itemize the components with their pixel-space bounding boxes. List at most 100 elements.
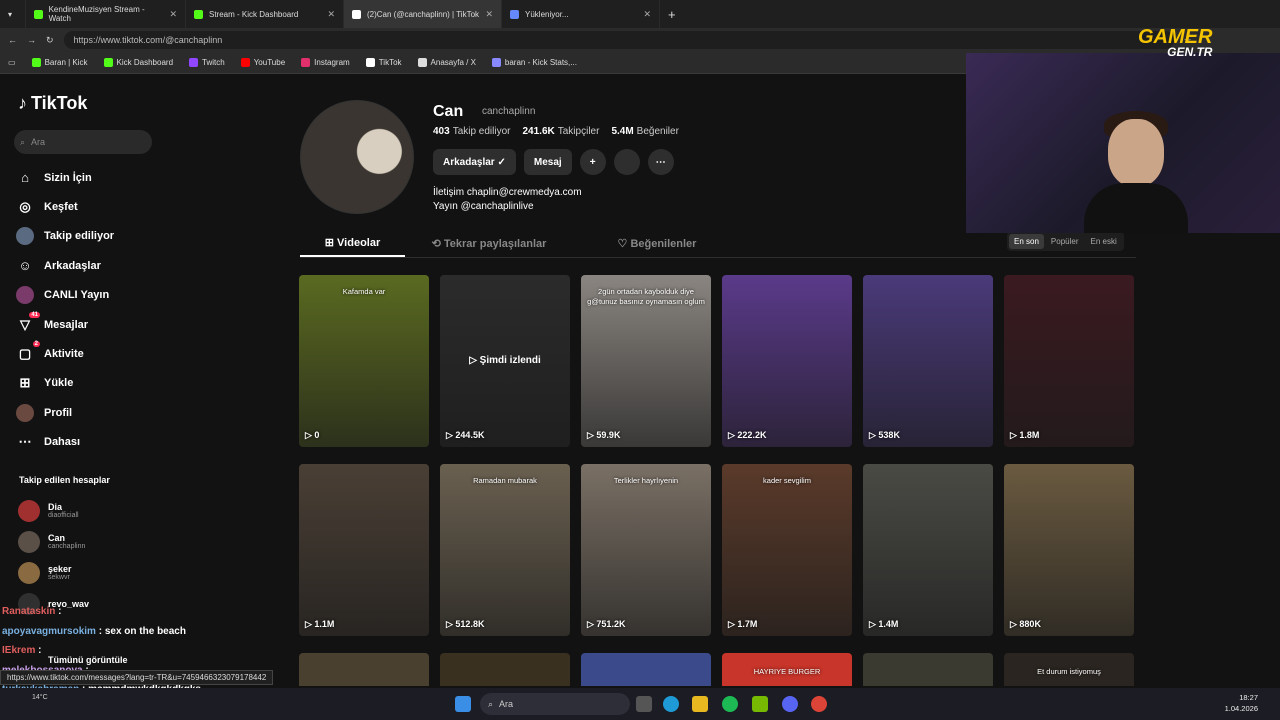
followers-stat[interactable]: 241.6K Takipçiler [523, 126, 600, 137]
new-tab-button[interactable]: + [660, 0, 684, 28]
video-card[interactable]: 2gün ortadan kaybolduk diye g@tunuz bası… [581, 275, 711, 447]
bookmark-item[interactable]: YouTube [240, 58, 285, 67]
nav-following[interactable]: Takip ediliyor [16, 222, 114, 251]
tab-liked[interactable]: ♡ Beğenilenler [573, 230, 741, 257]
bookmark-label: Instagram [314, 58, 350, 67]
view-count: ▷ 1.7M [728, 619, 758, 629]
share-icon[interactable] [613, 149, 640, 175]
reload-icon[interactable]: ↻ [46, 35, 54, 46]
following-label: Takip ediliyor [452, 126, 511, 137]
view-count-value: 538K [878, 430, 900, 440]
nav-explore[interactable]: ◎ Keşfet [16, 192, 114, 221]
bookmark-item[interactable]: TikTok [365, 58, 402, 67]
add-friend-icon[interactable]: + [579, 149, 606, 175]
video-card[interactable]: Et durum istiyomuş [1004, 653, 1134, 686]
video-card[interactable]: ▷ 880K [1004, 464, 1134, 636]
video-card[interactable] [440, 653, 570, 686]
account-name: şeker [48, 564, 72, 574]
tiktok-logo[interactable]: ♪ TikTok [18, 93, 87, 114]
sort-latest[interactable]: En son [1009, 234, 1044, 249]
browser-tab-kick-watch[interactable]: KendineMuzisyen Stream - Watch ✕ [26, 0, 186, 28]
search-input[interactable]: ⌕ Ara [14, 130, 152, 154]
nav-profile[interactable]: Profil [16, 398, 114, 427]
following-account[interactable]: Can canchaplinn [18, 526, 89, 557]
bookmark-item[interactable]: Kick Dashboard [103, 58, 174, 67]
forward-icon[interactable]: → [27, 35, 36, 45]
heart-icon: ♡ [617, 238, 631, 250]
view-count-value: 512.8K [455, 619, 485, 629]
following-account[interactable]: şeker sekwvr [18, 557, 89, 588]
discord-icon[interactable] [782, 696, 798, 712]
video-card[interactable]: kader sevgilim ▷ 1.7M [722, 464, 852, 636]
close-icon[interactable]: ✕ [485, 9, 493, 20]
tab-list-button[interactable]: ▾ [0, 0, 26, 28]
more-options-icon[interactable]: ⋯ [647, 149, 674, 175]
close-icon[interactable]: ✕ [169, 9, 177, 20]
bookmark-item[interactable]: Anasayfa / X [417, 58, 476, 67]
kick-icon [194, 9, 203, 19]
bookmark-item[interactable]: Instagram [301, 58, 350, 67]
close-icon[interactable]: ✕ [327, 9, 335, 20]
following-stat[interactable]: 403 Takip ediliyor [433, 126, 511, 137]
kick-icon [34, 9, 43, 19]
task-view-icon[interactable] [636, 696, 652, 712]
video-card[interactable] [581, 653, 711, 686]
nvidia-icon[interactable] [752, 696, 768, 712]
nav-live[interactable]: CANLI Yayın [16, 281, 114, 310]
nav-friends[interactable]: ☺ Arkadaşlar [16, 251, 114, 280]
view-count-value: 1.4M [878, 619, 899, 629]
video-card[interactable] [863, 653, 993, 686]
following-account[interactable]: Dia diaofficiall [18, 495, 89, 526]
nav-for-you[interactable]: ⌂ Sizin İçin [16, 163, 114, 192]
sort-oldest[interactable]: En eski [1085, 234, 1121, 249]
video-card[interactable]: ▷ Şimdi izlendi ▷ 244.5K [440, 275, 570, 447]
file-explorer-icon[interactable] [692, 696, 708, 712]
video-card[interactable]: ▷ 1.1M [299, 464, 429, 636]
sort-popular[interactable]: Popüler [1046, 234, 1084, 249]
windows-start-icon[interactable] [455, 696, 471, 712]
tab-reposts[interactable]: ⟲ Tekrar paylaşılanlar [405, 230, 573, 257]
browser-tab-loading[interactable]: Yükleniyor... ✕ [502, 0, 660, 28]
close-icon[interactable]: ✕ [643, 9, 651, 20]
profile-name: Can [433, 103, 464, 120]
edge-icon[interactable] [663, 696, 679, 712]
video-card[interactable]: ▷ 1.4M [863, 464, 993, 636]
bookmarks-menu-icon[interactable]: ▭ [8, 58, 16, 67]
nav-messages[interactable]: ▽ 41 Mesajlar [16, 310, 114, 339]
kick-icon [31, 58, 41, 67]
video-card[interactable]: ▷ 1.8M [1004, 275, 1134, 447]
nav-more[interactable]: ⋯ Dahası [16, 428, 114, 457]
friends-button[interactable]: Arkadaşlar ✓ [433, 149, 516, 175]
message-button[interactable]: Mesaj [523, 149, 572, 175]
bookmark-label: Kick Dashboard [116, 58, 174, 67]
bookmark-item[interactable]: baran - Kick Stats,... [491, 58, 577, 67]
weather-widget[interactable]: 14°C [32, 694, 48, 701]
spotify-icon[interactable] [722, 696, 738, 712]
browser-tab-tiktok[interactable]: (2)Can (@canchaplinn) | TikTok ✕ [344, 0, 502, 28]
taskbar-clock[interactable]: 18:27 1.04.2026 [1225, 692, 1258, 714]
nav-activity[interactable]: ▢ 2 Aktivite [16, 339, 114, 368]
browser-tab-kick-dashboard[interactable]: Stream - Kick Dashboard ✕ [186, 0, 344, 28]
video-card[interactable] [299, 653, 429, 686]
video-card[interactable]: Ramadan mubarak ▷ 512.8K [440, 464, 570, 636]
back-icon[interactable]: ← [8, 35, 17, 45]
view-count-value: 1.1M [314, 619, 335, 629]
nav-label: Takip ediliyor [44, 230, 115, 243]
video-card[interactable]: Terlikler hayrlıyenin ▷ 751.2K [581, 464, 711, 636]
nav-upload[interactable]: ⊞ Yükle [16, 369, 114, 398]
bookmark-item[interactable]: Twitch [189, 58, 225, 67]
video-card[interactable]: Kafamda var ▷ 0 [299, 275, 429, 447]
bookmark-item[interactable]: Baran | Kick [31, 58, 88, 67]
nav-label: Aktivite [44, 348, 84, 361]
tab-videos[interactable]: ⊞ Videolar [300, 230, 405, 257]
notification-badge: 2 [32, 341, 40, 348]
tab-label: Beğenilenler [630, 237, 697, 250]
taskbar-search[interactable]: ⌕ Ara [480, 693, 630, 715]
video-card[interactable]: HAYRIYE BURGER [722, 653, 852, 686]
chrome-icon[interactable] [811, 696, 827, 712]
video-card[interactable]: ▷ 222.2K [722, 275, 852, 447]
view-count: ▷ 751.2K [587, 619, 626, 629]
url-field[interactable]: https://www.tiktok.com/@canchaplinn [63, 31, 1174, 49]
video-card[interactable]: ▷ 538K [863, 275, 993, 447]
likes-count: 5.4M [611, 126, 634, 137]
